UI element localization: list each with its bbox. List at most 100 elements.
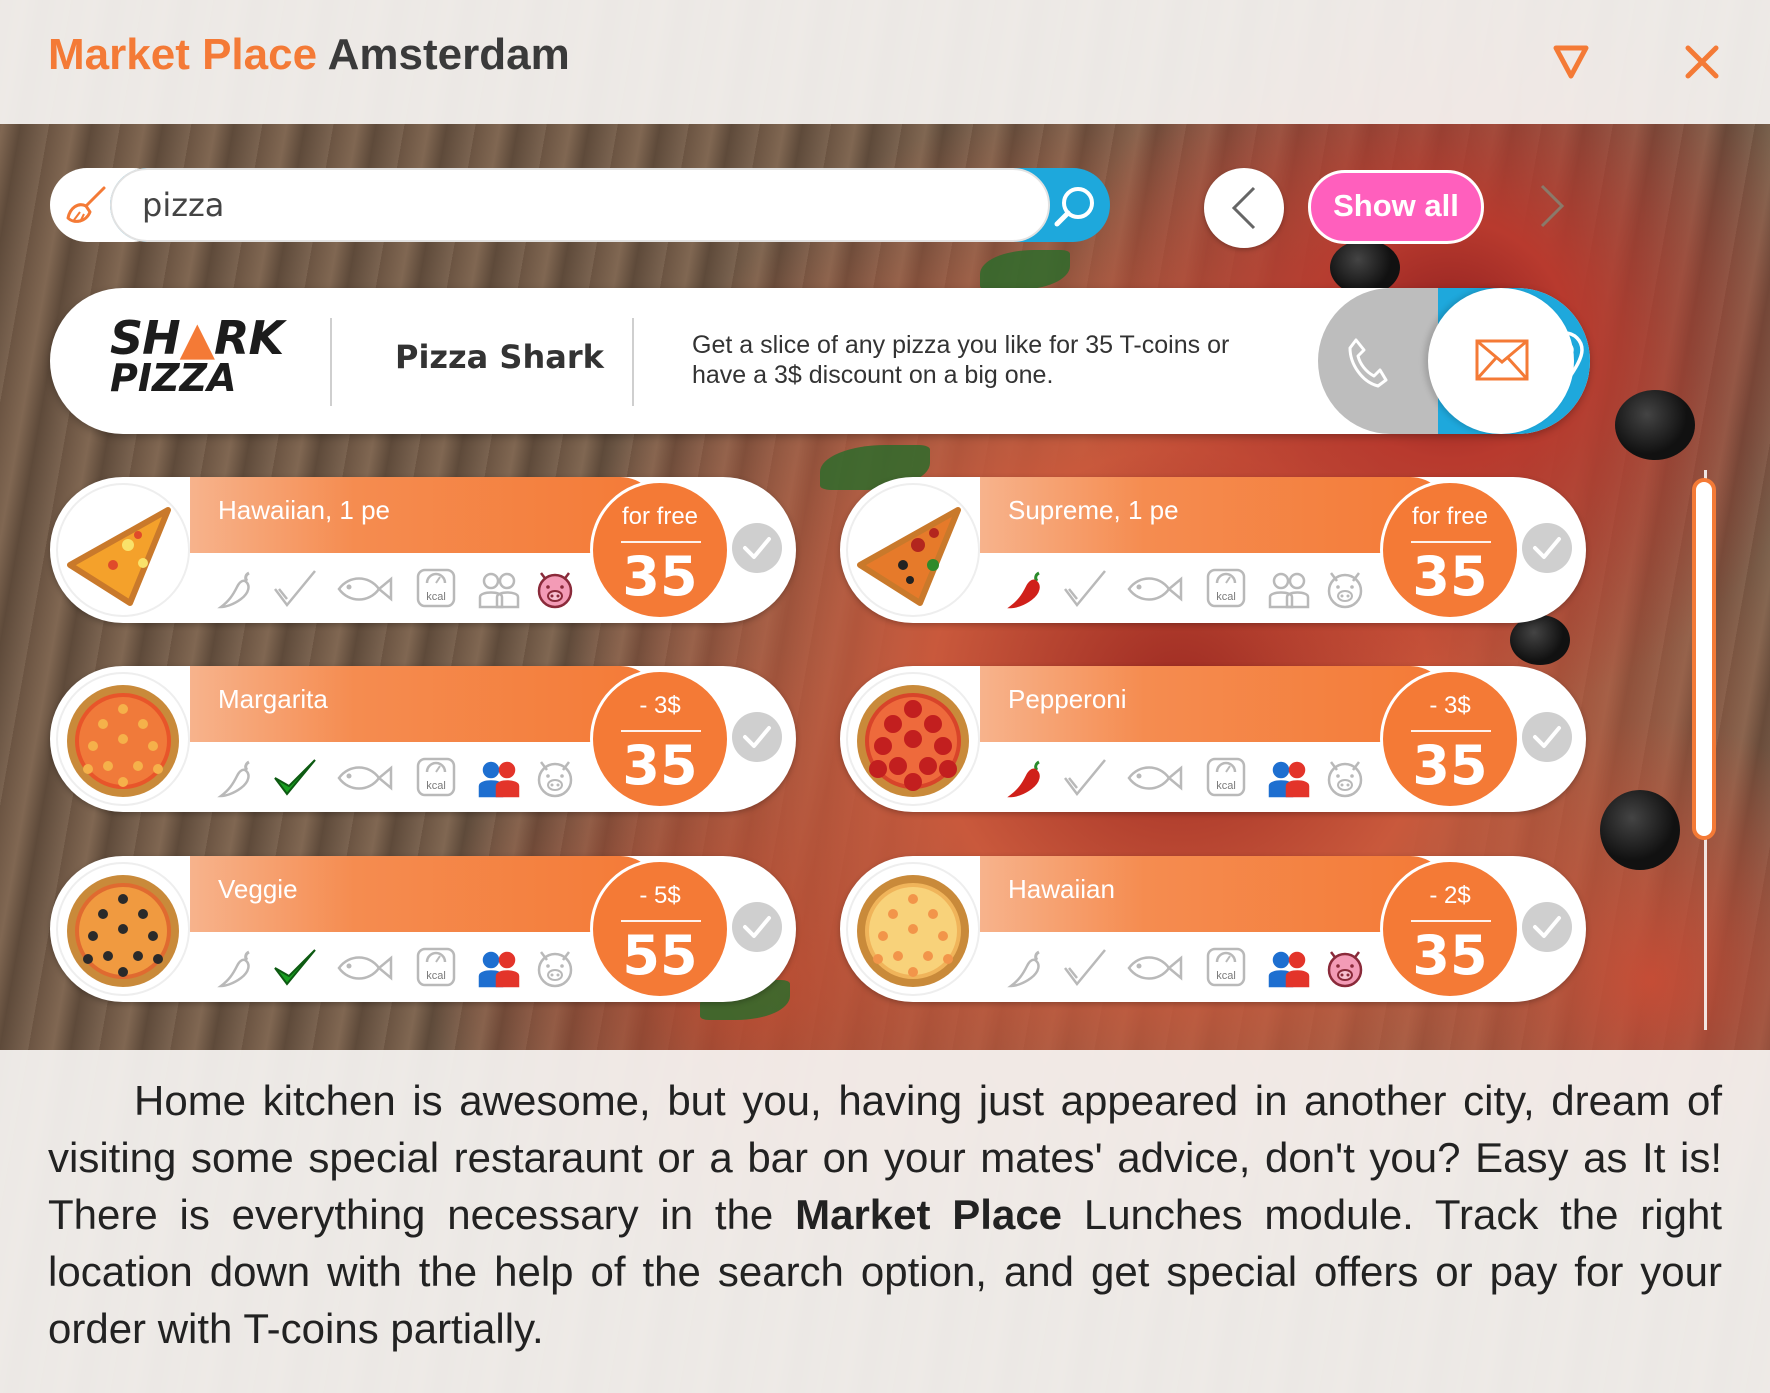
- pizza-image: [56, 672, 190, 806]
- pork-icon: [537, 951, 573, 988]
- vendor-name: Pizza Shark: [395, 338, 604, 376]
- product-name: Margarita: [218, 684, 328, 714]
- price-badge[interactable]: - 3$ 35: [1380, 669, 1520, 809]
- price-value: 35: [1412, 924, 1488, 987]
- vegetarian-check-icon: [1064, 570, 1106, 608]
- price-divider: [1411, 730, 1491, 732]
- select-product-button[interactable]: [1522, 523, 1572, 573]
- kcal-icon: kcal: [1206, 947, 1246, 987]
- price-value: 35: [622, 734, 698, 797]
- chevron-left-icon: [1231, 186, 1256, 230]
- pork-icon: [1327, 572, 1363, 609]
- pork-icon: [537, 761, 573, 798]
- svg-text:kcal: kcal: [426, 970, 446, 982]
- vendor-offer-text: Get a slice of any pizza you like for 35…: [692, 331, 1230, 389]
- sharing-people-icon: [478, 761, 520, 798]
- kcal-icon: kcal: [1206, 568, 1246, 608]
- sharing-people-icon: [478, 951, 520, 988]
- title-brand: Market Place: [48, 30, 318, 79]
- price-badge[interactable]: - 3$ 35: [590, 669, 730, 809]
- price-badge[interactable]: for free 35: [1380, 480, 1520, 620]
- product-card[interactable]: Supreme, 1 pe kcal for free 35: [840, 477, 1586, 623]
- product-name: Veggie: [218, 874, 298, 904]
- chevron-right-icon[interactable]: [1536, 182, 1566, 234]
- fish-icon: [1127, 576, 1183, 602]
- product-name: Hawaiian, 1 pe: [218, 495, 390, 525]
- price-label: - 3$: [1429, 692, 1471, 719]
- price-label: - 3$: [639, 692, 681, 719]
- vegetarian-check-icon: [1064, 949, 1106, 987]
- search-icon: [1054, 187, 1094, 227]
- pizza-image: [846, 483, 980, 617]
- product-card[interactable]: Hawaiian, 1 pe kcal for free 35: [50, 477, 796, 623]
- title-bar: Market Place Amsterdam: [0, 0, 1770, 124]
- sharing-people-icon: [1268, 951, 1310, 988]
- pizza-image: [56, 483, 190, 617]
- chili-pepper-icon: [1007, 760, 1040, 798]
- price-badge[interactable]: - 5$ 55: [590, 859, 730, 999]
- checkmark-icon: [743, 916, 771, 938]
- search-input[interactable]: pizza: [110, 168, 1050, 242]
- chili-pepper-icon: [217, 950, 250, 988]
- price-badge[interactable]: - 2$ 35: [1380, 859, 1520, 999]
- search-button[interactable]: [1050, 168, 1110, 242]
- envelope-icon: [1475, 339, 1529, 381]
- svg-text:kcal: kcal: [1216, 780, 1236, 792]
- olive-decoration: [1600, 790, 1680, 870]
- fish-icon: [337, 955, 393, 981]
- kcal-icon: kcal: [1206, 757, 1246, 797]
- window-title: Market Place Amsterdam: [48, 30, 570, 80]
- broom-icon: [66, 186, 106, 223]
- svg-text:kcal: kcal: [1216, 591, 1236, 603]
- select-product-button[interactable]: [1522, 712, 1572, 762]
- vendor-card[interactable]: SH▲RK PIZZA Pizza Shark Get a slice of a…: [50, 288, 1590, 434]
- vegetarian-check-icon: [1064, 759, 1106, 797]
- market-place-window: Market Place Amsterdam pizza Show all SH…: [0, 0, 1770, 1393]
- price-divider: [1411, 541, 1491, 543]
- pizza-image: [846, 862, 980, 996]
- checkmark-icon: [1533, 916, 1561, 938]
- product-card[interactable]: Pepperoni kcal - 3$ 35: [840, 666, 1586, 812]
- select-product-button[interactable]: [732, 902, 782, 952]
- checkmark-icon: [743, 726, 771, 748]
- sharing-people-icon: [1268, 761, 1310, 798]
- previous-button[interactable]: [1204, 168, 1284, 248]
- price-badge[interactable]: for free 35: [590, 480, 730, 620]
- select-product-button[interactable]: [732, 712, 782, 762]
- pizza-image: [846, 672, 980, 806]
- pizza-image: [56, 862, 190, 996]
- price-value: 35: [622, 545, 698, 608]
- fish-icon: [1127, 765, 1183, 791]
- chili-pepper-icon: [217, 571, 250, 609]
- price-divider: [1411, 920, 1491, 922]
- price-value: 35: [1412, 545, 1488, 608]
- price-label: - 2$: [1429, 882, 1471, 909]
- product-name: Pepperoni: [1008, 684, 1127, 714]
- product-card[interactable]: Veggie kcal - 5$ 55: [50, 856, 796, 1002]
- vegetarian-check-icon: [274, 570, 316, 608]
- email-button[interactable]: [1428, 288, 1574, 434]
- price-divider: [621, 920, 701, 922]
- kcal-icon: kcal: [416, 757, 456, 797]
- price-label: - 5$: [639, 882, 681, 909]
- price-divider: [621, 730, 701, 732]
- pork-icon: [1327, 951, 1363, 988]
- chevron-down-icon[interactable]: [1552, 42, 1590, 84]
- price-divider: [621, 541, 701, 543]
- description-panel: Home kitchen is awesome, but you, having…: [0, 1050, 1770, 1393]
- divider: [330, 318, 332, 406]
- vegetarian-check-icon: [274, 949, 316, 986]
- select-product-button[interactable]: [732, 523, 782, 573]
- vegetarian-check-icon: [274, 759, 316, 796]
- close-icon[interactable]: [1684, 44, 1720, 84]
- sharing-people-icon: [1268, 572, 1310, 609]
- product-card[interactable]: Margarita kcal - 3$ 35: [50, 666, 796, 812]
- title-city: Amsterdam: [327, 30, 570, 79]
- olive-decoration: [1615, 390, 1695, 460]
- select-product-button[interactable]: [1522, 902, 1572, 952]
- show-all-button[interactable]: Show all: [1308, 170, 1484, 244]
- product-card[interactable]: Hawaiian kcal - 2$ 35: [840, 856, 1586, 1002]
- scrollbar-thumb[interactable]: [1692, 478, 1716, 840]
- shark-pizza-logo: SH▲RK PIZZA: [110, 311, 284, 400]
- checkmark-icon: [743, 537, 771, 559]
